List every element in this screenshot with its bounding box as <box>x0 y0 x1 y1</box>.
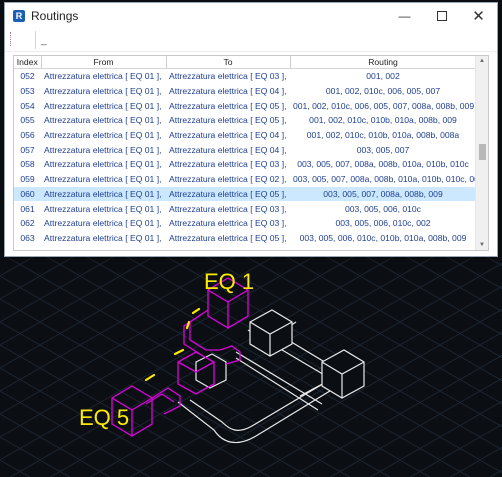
cell-to: Attrezzatura elettrica [ EQ 04 ], <box>169 130 287 141</box>
app-icon: R <box>13 10 25 22</box>
cell-index: 061 <box>20 203 35 214</box>
cell-index: 057 <box>20 144 35 155</box>
cell-index: 063 <box>20 232 35 243</box>
cell-from: Attrezzatura elettrica [ EQ 01 ], <box>44 100 162 111</box>
routings-table: Index From To Routing 052 Attrezzatura el… <box>14 56 477 245</box>
cell-from: Attrezzatura elettrica [ EQ 01 ], <box>44 115 162 126</box>
column-header-to[interactable]: To <box>166 56 291 69</box>
column-header-from[interactable]: From <box>41 56 167 69</box>
cell-index: 054 <box>20 100 35 111</box>
cell-to: Attrezzatura elettrica [ EQ 05 ], <box>169 100 287 111</box>
title-bar[interactable]: R Routings — ✕ <box>5 3 497 29</box>
table-row[interactable]: 056 Attrezzatura elettrica [ EQ 01 ], Attr… <box>14 128 476 143</box>
eq5-label: EQ 5 <box>79 405 129 430</box>
minimize-button[interactable]: — <box>386 3 423 29</box>
cell-index: 052 <box>20 71 35 82</box>
cell-from: Attrezzatura elettrica [ EQ 01 ], <box>44 130 162 141</box>
cell-to: Attrezzatura elettrica [ EQ 05 ], <box>169 232 287 243</box>
cell-from: Attrezzatura elettrica [ EQ 01 ], <box>44 86 162 97</box>
cell-from: Attrezzatura elettrica [ EQ 01 ], <box>44 159 162 170</box>
cell-from: Attrezzatura elettrica [ EQ 01 ], <box>44 71 162 82</box>
cell-routing: 001, 002, 010c, 010b, 010a, 008b, 008a <box>306 130 460 141</box>
cell-index: 055 <box>20 115 35 126</box>
cell-routing: 003, 005, 006, 010c, 002 <box>335 218 431 229</box>
eq1-label: EQ 1 <box>204 269 254 294</box>
cell-to: Attrezzatura elettrica [ EQ 03 ], <box>169 159 287 170</box>
cell-from: Attrezzatura elettrica [ EQ 01 ], <box>44 203 162 214</box>
toolbar: _ <box>5 29 497 52</box>
scroll-up-icon[interactable]: ▲ <box>476 58 488 64</box>
cell-routing: 003, 005, 006, 010c <box>345 203 421 214</box>
cell-to: Attrezzatura elettrica [ EQ 05 ], <box>169 115 287 126</box>
table-row[interactable]: 062 Attrezzatura elettrica [ EQ 01 ], Attr… <box>14 216 476 231</box>
cell-routing: 001, 002 <box>366 71 400 82</box>
routings-window: R Routings — ✕ _ Index From To Routing 0… <box>4 2 498 257</box>
cell-routing: 003, 005, 007, 008a, 008b, 010a, 010b, 0… <box>293 174 476 185</box>
cell-routing: 001, 002, 010c, 006, 005, 007, 008a, 008… <box>293 100 475 111</box>
cell-routing: 003, 005, 007, 008a, 008b, 010a, 010b, 0… <box>297 159 469 170</box>
cell-routing: 003, 005, 007, 008a, 008b, 009 <box>290 186 476 202</box>
maximize-button[interactable] <box>423 3 460 29</box>
cell-index: 060 <box>14 186 41 202</box>
cell-to: Attrezzatura elettrica [ EQ 05 ], <box>166 186 290 202</box>
close-button[interactable]: ✕ <box>460 3 497 29</box>
column-header-routing[interactable]: Routing <box>290 56 477 69</box>
cell-from: Attrezzatura elettrica [ EQ 01 ], <box>44 174 162 185</box>
table-row[interactable]: 057 Attrezzatura elettrica [ EQ 01 ], Attr… <box>14 142 476 157</box>
scroll-thumb[interactable] <box>479 144 486 160</box>
cell-to: Attrezzatura elettrica [ EQ 03 ], <box>169 71 287 82</box>
toolbar-mark: _ <box>41 35 47 46</box>
scroll-down-icon[interactable]: ▼ <box>476 242 488 248</box>
close-icon: ✕ <box>472 8 485 25</box>
table-row[interactable]: 055 Attrezzatura elettrica [ EQ 01 ], Attr… <box>14 113 476 128</box>
maximize-icon <box>436 11 447 21</box>
cell-index: 062 <box>20 218 35 229</box>
table-row[interactable]: 058 Attrezzatura elettrica [ EQ 01 ], Attr… <box>14 157 476 172</box>
cell-to: Attrezzatura elettrica [ EQ 04 ], <box>169 144 287 155</box>
table-row[interactable]: 063 Attrezzatura elettrica [ EQ 01 ], Attr… <box>14 231 476 246</box>
cell-from: Attrezzatura elettrica [ EQ 01 ], <box>41 186 166 202</box>
cell-from: Attrezzatura elettrica [ EQ 01 ], <box>44 218 162 229</box>
cell-routing: 003, 005, 007 <box>356 144 410 155</box>
routings-grid: Index From To Routing 052 Attrezzatura el… <box>13 55 489 251</box>
toolbar-separator <box>35 31 36 49</box>
table-row[interactable]: 053 Attrezzatura elettrica [ EQ 01 ], Attr… <box>14 84 476 99</box>
cell-routing: 001, 002, 010c, 010b, 010a, 008b, 009 <box>309 115 457 126</box>
cell-to: Attrezzatura elettrica [ EQ 03 ], <box>169 218 287 229</box>
cell-index: 058 <box>20 159 35 170</box>
table-row[interactable]: 061 Attrezzatura elettrica [ EQ 01 ], Attr… <box>14 201 476 216</box>
table-row[interactable]: 052 Attrezzatura elettrica [ EQ 01 ], Attr… <box>14 69 476 84</box>
cell-from: Attrezzatura elettrica [ EQ 01 ], <box>44 144 162 155</box>
cell-routing: 003, 005, 006, 010c, 010b, 010a, 008b, 0… <box>299 232 467 243</box>
vertical-scrollbar[interactable]: ▲ ▼ <box>475 56 488 250</box>
table-row[interactable]: 054 Attrezzatura elettrica [ EQ 01 ], Attr… <box>14 98 476 113</box>
cell-to: Attrezzatura elettrica [ EQ 02 ], <box>169 174 287 185</box>
toolbar-grip[interactable] <box>10 32 13 46</box>
cell-index: 053 <box>20 86 35 97</box>
cell-index: 059 <box>20 174 35 185</box>
cell-to: Attrezzatura elettrica [ EQ 04 ], <box>169 86 287 97</box>
cell-from: Attrezzatura elettrica [ EQ 01 ], <box>44 232 162 243</box>
cell-routing: 001, 002, 010c, 006, 005, 007 <box>325 86 441 97</box>
header-row: Index From To Routing <box>14 56 477 69</box>
cell-to: Attrezzatura elettrica [ EQ 03 ], <box>169 203 287 214</box>
table-row[interactable]: 060 Attrezzatura elettrica [ EQ 01 ], Attr… <box>14 186 476 202</box>
cell-index: 056 <box>20 130 35 141</box>
table-row[interactable]: 059 Attrezzatura elettrica [ EQ 01 ], Attr… <box>14 172 476 187</box>
minimize-icon: — <box>398 9 411 23</box>
window-title: Routings <box>31 9 79 23</box>
column-header-index[interactable]: Index <box>14 56 42 69</box>
